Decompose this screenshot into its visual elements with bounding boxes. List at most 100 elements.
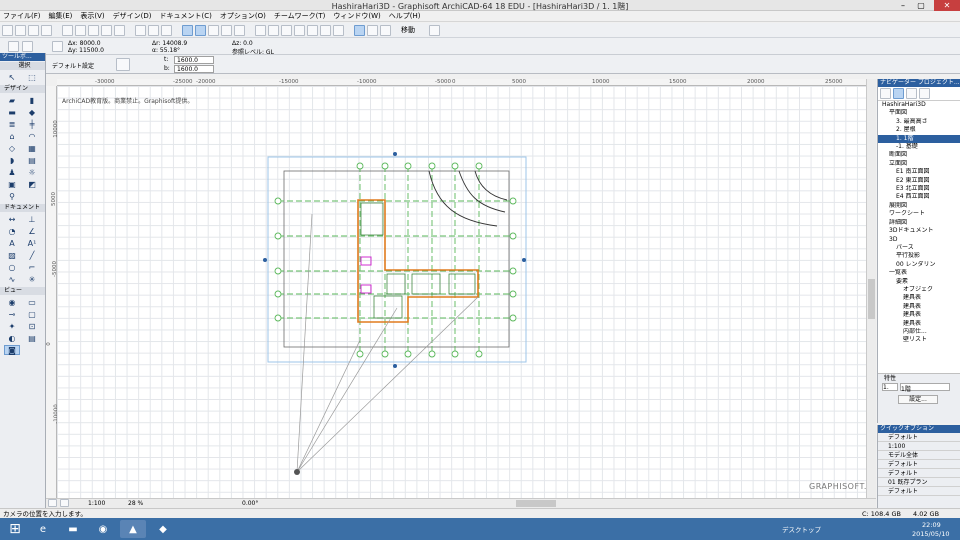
view-icon[interactable] (281, 24, 292, 36)
trace-icon[interactable] (255, 24, 266, 36)
zoom-field[interactable]: 28 % (128, 500, 143, 507)
tree-item[interactable]: 建具表 (878, 320, 960, 328)
tree-item[interactable]: 建具表 (878, 303, 960, 311)
tree-item[interactable]: パース (878, 244, 960, 252)
minimize-button[interactable]: – (894, 0, 912, 11)
undo-icon[interactable] (101, 24, 112, 36)
b-field[interactable]: 1600.0 (174, 65, 214, 73)
railing-tool-icon[interactable]: ╪ (24, 119, 40, 129)
tree-item[interactable]: 建具表 (878, 294, 960, 302)
floor-plan-canvas[interactable]: ArchiCAD教育版。商業禁止。Graphisoft提供。 GRAPHISOF… (57, 86, 866, 498)
publish-icon[interactable] (367, 24, 378, 36)
project-map-icon[interactable] (880, 88, 891, 99)
suspend-groups-icon[interactable] (182, 24, 193, 36)
ie-icon[interactable]: e (30, 520, 56, 538)
interior-elevation-icon[interactable]: ⊸ (4, 309, 20, 319)
slab-tool-icon[interactable]: ◆ (24, 107, 40, 117)
tree-item[interactable]: E2 東立面図 (878, 177, 960, 185)
level-dimension-icon[interactable]: ⊥ (24, 214, 40, 224)
tree-item[interactable]: 3D (878, 236, 960, 244)
archicad-icon[interactable]: ▲ (120, 520, 146, 538)
quick-option-row[interactable]: モデル全体 (878, 451, 960, 460)
vertical-scrollbar[interactable] (866, 79, 876, 498)
desktop-toolbar[interactable]: デスクトップ (782, 524, 821, 534)
display-icon[interactable] (268, 24, 279, 36)
camera-settings-icon[interactable] (116, 58, 130, 71)
copy-icon[interactable] (75, 24, 86, 36)
menu-design[interactable]: デザイン(D) (113, 11, 152, 21)
tree-item[interactable]: 3. 最高高さ (878, 118, 960, 126)
clock-date[interactable]: 2015/05/10 (912, 530, 949, 538)
change-tool-icon[interactable]: ⊡ (24, 321, 40, 331)
firefox-icon[interactable]: ◉ (90, 520, 116, 538)
morph-tool-icon[interactable]: ⚲ (4, 191, 20, 201)
new-icon[interactable] (2, 24, 13, 36)
quick-option-row[interactable]: デフォルト (878, 460, 960, 469)
tree-item[interactable]: HashiraHari3D (878, 101, 960, 109)
section-icon[interactable] (320, 24, 331, 36)
quick-option-row[interactable]: 1:100 (878, 442, 960, 451)
lamp-tool-icon[interactable]: ☼ (24, 167, 40, 177)
layout-book-icon[interactable] (48, 499, 57, 507)
open-icon[interactable] (15, 24, 26, 36)
tree-item[interactable]: ワークシート (878, 210, 960, 218)
window-tool-icon[interactable]: ▤ (24, 155, 40, 165)
tree-item[interactable]: 00 レンダリン (878, 261, 960, 269)
menu-document[interactable]: ドキュメント(C) (160, 11, 212, 21)
column-tool-icon[interactable]: ▮ (24, 95, 40, 105)
story-name[interactable]: 1階 (900, 383, 950, 393)
cut-icon[interactable] (62, 24, 73, 36)
app-icon[interactable]: ◆ (150, 520, 176, 538)
view-map-icon[interactable] (893, 88, 904, 99)
redo-icon[interactable] (114, 24, 125, 36)
tree-item[interactable]: 内部仕... (878, 328, 960, 336)
fill-tool-icon[interactable]: ▨ (4, 250, 20, 260)
pick-icon[interactable] (148, 24, 159, 36)
tree-item[interactable]: E4 西立面図 (878, 193, 960, 201)
door-tool-icon[interactable]: ◗ (4, 155, 20, 165)
horizontal-scrollbar[interactable]: 1:100 28 % 0.00° (46, 498, 876, 508)
figure-tool-icon[interactable]: ◐ (4, 333, 20, 343)
tree-item[interactable]: 平面図 (878, 109, 960, 117)
explorer-icon[interactable]: ▬ (60, 520, 86, 538)
3d-icon[interactable] (307, 24, 318, 36)
circle-tool-icon[interactable]: ○ (4, 262, 20, 272)
tree-item[interactable]: 詳細図 (878, 219, 960, 227)
arrow-tool-icon[interactable]: ↖ (4, 72, 20, 82)
gravity-icon[interactable] (195, 24, 206, 36)
clock-time[interactable]: 22:09 (922, 521, 941, 529)
menu-window[interactable]: ウィンドウ(W) (333, 11, 380, 21)
story-number[interactable]: 1. (882, 383, 898, 391)
quick-option-row[interactable]: デフォルト (878, 469, 960, 478)
previous-view-icon[interactable] (60, 499, 69, 507)
tree-item[interactable]: 壁リスト (878, 336, 960, 344)
paste-icon[interactable] (88, 24, 99, 36)
save-icon[interactable] (28, 24, 39, 36)
tree-item[interactable]: E1 南立面図 (878, 168, 960, 176)
menu-options[interactable]: オプション(O) (220, 11, 266, 21)
scale-field[interactable]: 1:100 (88, 500, 105, 507)
spline-tool-icon[interactable]: ∿ (4, 274, 20, 284)
layer-icon[interactable] (234, 24, 245, 36)
start-icon[interactable]: ⊞ (2, 520, 28, 538)
grid-snap-icon[interactable] (221, 24, 232, 36)
render-icon[interactable] (294, 24, 305, 36)
angle-dimension-icon[interactable]: ∠ (24, 226, 40, 236)
menu-edit[interactable]: 編集(E) (49, 11, 73, 21)
pointer-icon[interactable] (135, 24, 146, 36)
coordinate-icon[interactable] (22, 41, 33, 52)
tree-item[interactable]: E3 北立面図 (878, 185, 960, 193)
curtainwall-tool-icon[interactable]: ▦ (24, 143, 40, 153)
elevation-tool-icon[interactable]: ▭ (24, 297, 40, 307)
tree-item[interactable]: 2. 屋根 (878, 126, 960, 134)
publisher-icon[interactable] (919, 88, 930, 99)
window-tool-icon-2[interactable]: ▤ (24, 333, 40, 343)
horizontal-scroll-thumb[interactable] (516, 500, 556, 507)
tree-item[interactable]: 展開図 (878, 202, 960, 210)
layout-book-nav-icon[interactable] (906, 88, 917, 99)
tree-item[interactable]: 建具表 (878, 311, 960, 319)
worksheet-tool-icon[interactable]: ▢ (24, 309, 40, 319)
quick-option-row[interactable]: デフォルト (878, 433, 960, 442)
angle-field[interactable]: 0.00° (242, 500, 258, 507)
quick-option-row[interactable]: 01 既存プラン (878, 478, 960, 487)
